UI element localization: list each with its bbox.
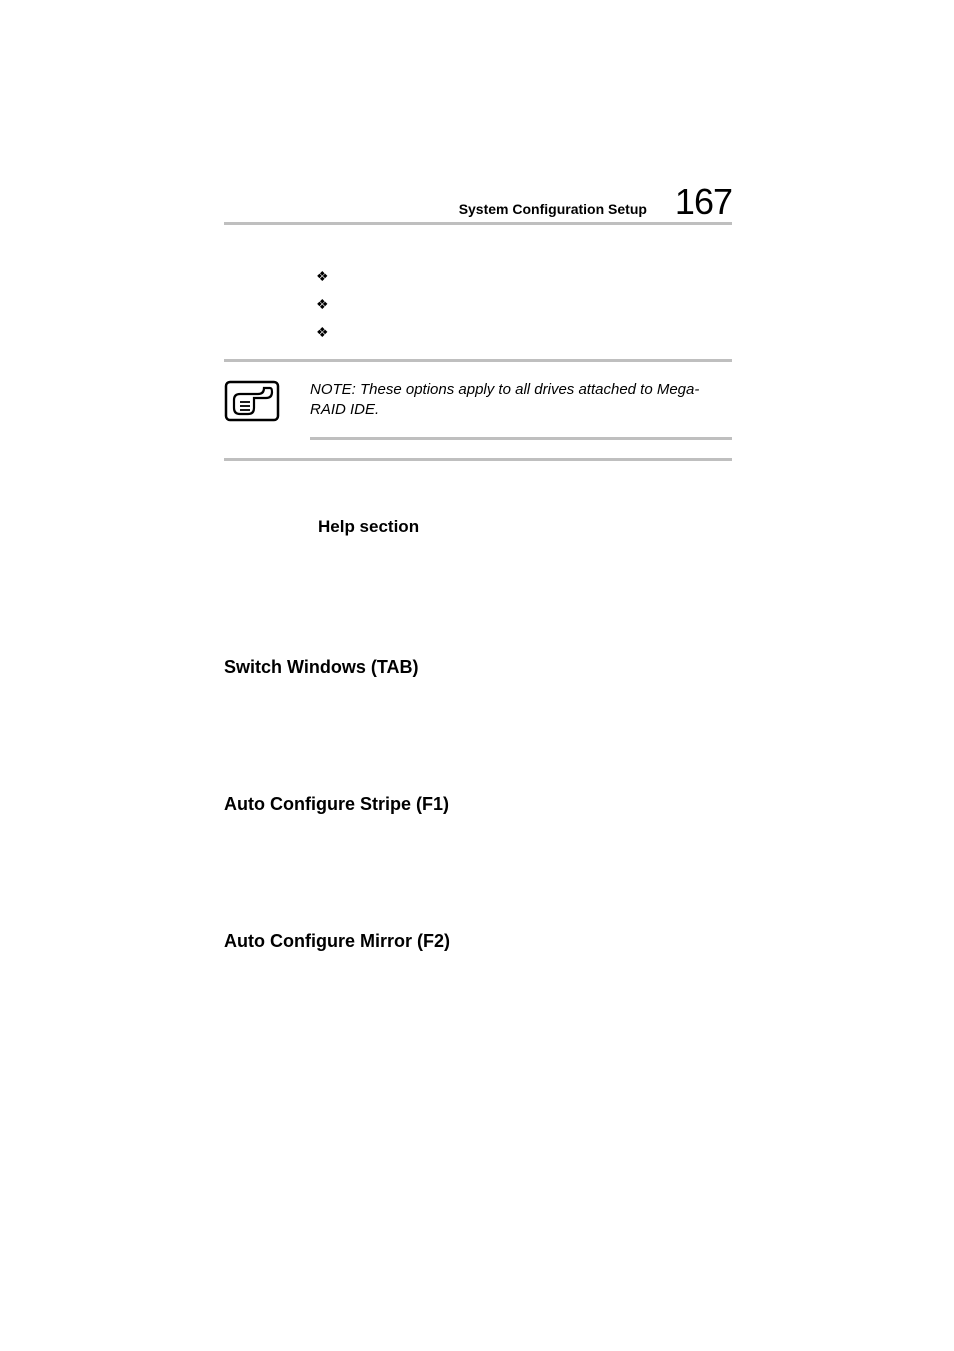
section-heading-auto-stripe: Auto Configure Stripe (F1)	[224, 794, 732, 815]
note-text: NOTE: These options apply to all drives …	[310, 380, 732, 421]
pointing-hand-icon	[224, 380, 280, 422]
page-content: System Configuration Setup 167 ❖ ❖ ❖ NOT…	[224, 184, 732, 952]
section-heading-auto-mirror: Auto Configure Mirror (F2)	[224, 931, 732, 952]
page-header: System Configuration Setup 167	[224, 184, 732, 225]
header-title: System Configuration Setup	[459, 201, 647, 217]
page-number: 167	[675, 184, 732, 220]
bullet-item: ❖	[316, 269, 732, 283]
bullet-item: ❖	[316, 325, 732, 339]
note-text-container: NOTE: These options apply to all drives …	[310, 380, 732, 440]
help-section-heading: Help section	[318, 517, 732, 537]
bullet-item: ❖	[316, 297, 732, 311]
section-heading-switch-windows: Switch Windows (TAB)	[224, 657, 732, 678]
note-block: NOTE: These options apply to all drives …	[224, 359, 732, 461]
bullet-list: ❖ ❖ ❖	[316, 269, 732, 339]
